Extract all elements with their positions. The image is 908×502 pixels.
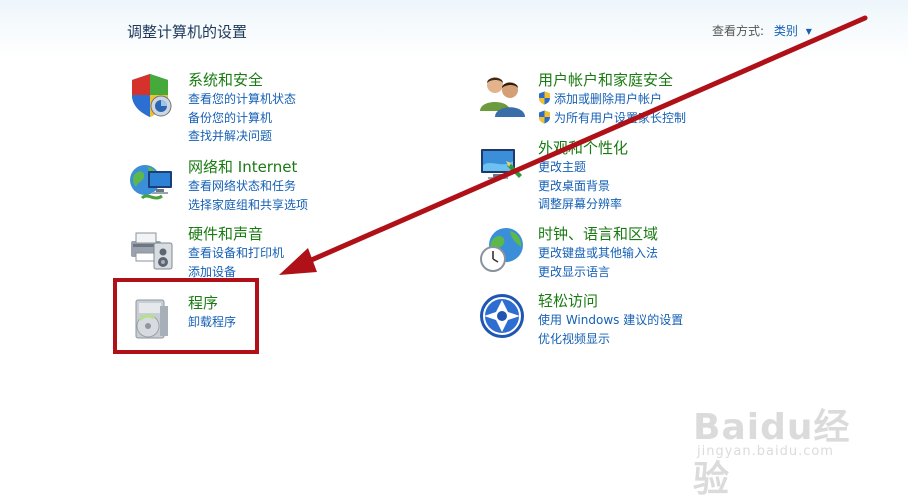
clock-language-icon[interactable]: [478, 225, 526, 273]
view-by-control: 查看方式: 类别 ▼: [712, 22, 812, 39]
category-title[interactable]: 外观和个性化: [538, 139, 798, 158]
watermark-url: jingyan.baidu.com: [697, 444, 834, 459]
link-recommended-settings[interactable]: 使用 Windows 建议的设置: [538, 311, 798, 330]
network-internet-icon[interactable]: [128, 158, 176, 206]
view-by-label: 查看方式:: [712, 24, 765, 38]
category-title[interactable]: 网络和 Internet: [188, 158, 448, 177]
link-change-theme[interactable]: 更改主题: [538, 158, 798, 177]
category-title[interactable]: 时钟、语言和区域: [538, 225, 798, 244]
annotation-highlight-box: [113, 278, 259, 354]
link-homegroup-sharing[interactable]: 选择家庭组和共享选项: [188, 196, 448, 215]
link-devices-printers[interactable]: 查看设备和打印机: [188, 244, 448, 263]
category-title[interactable]: 硬件和声音: [188, 225, 448, 244]
system-security-icon[interactable]: [128, 71, 176, 119]
view-by-dropdown[interactable]: 类别: [774, 24, 798, 38]
appearance-icon[interactable]: [478, 139, 526, 187]
hardware-sound-icon[interactable]: [128, 225, 176, 273]
link-backup-computer[interactable]: 备份您的计算机: [188, 109, 448, 128]
link-optimize-display[interactable]: 优化视频显示: [538, 330, 798, 349]
uac-shield-icon: [539, 110, 550, 123]
link-desktop-background[interactable]: 更改桌面背景: [538, 177, 798, 196]
uac-shield-icon: [539, 91, 550, 105]
link-add-remove-accounts[interactable]: 添加或删除用户帐户: [538, 90, 798, 109]
chevron-down-icon[interactable]: ▼: [806, 27, 812, 36]
link-text: 添加或删除用户帐户: [554, 92, 663, 106]
link-network-status[interactable]: 查看网络状态和任务: [188, 177, 448, 196]
ease-of-access-icon[interactable]: [478, 292, 526, 340]
link-display-language[interactable]: 更改显示语言: [538, 263, 798, 282]
link-find-fix-problems[interactable]: 查找并解决问题: [188, 127, 448, 146]
link-view-computer-status[interactable]: 查看您的计算机状态: [188, 90, 448, 109]
link-keyboard-input[interactable]: 更改键盘或其他输入法: [538, 244, 798, 263]
category-title[interactable]: 系统和安全: [188, 71, 448, 90]
user-accounts-icon[interactable]: [478, 71, 526, 119]
category-title[interactable]: 轻松访问: [538, 292, 798, 311]
category-title[interactable]: 用户帐户和家庭安全: [538, 71, 798, 90]
link-screen-resolution[interactable]: 调整屏幕分辨率: [538, 195, 798, 214]
link-parental-controls[interactable]: 为所有用户设置家长控制: [538, 109, 798, 128]
page-title: 调整计算机的设置: [127, 23, 248, 41]
link-text: 为所有用户设置家长控制: [554, 110, 687, 125]
baidu-watermark: Baidu经验 jingyan.baidu.com: [693, 398, 863, 500]
